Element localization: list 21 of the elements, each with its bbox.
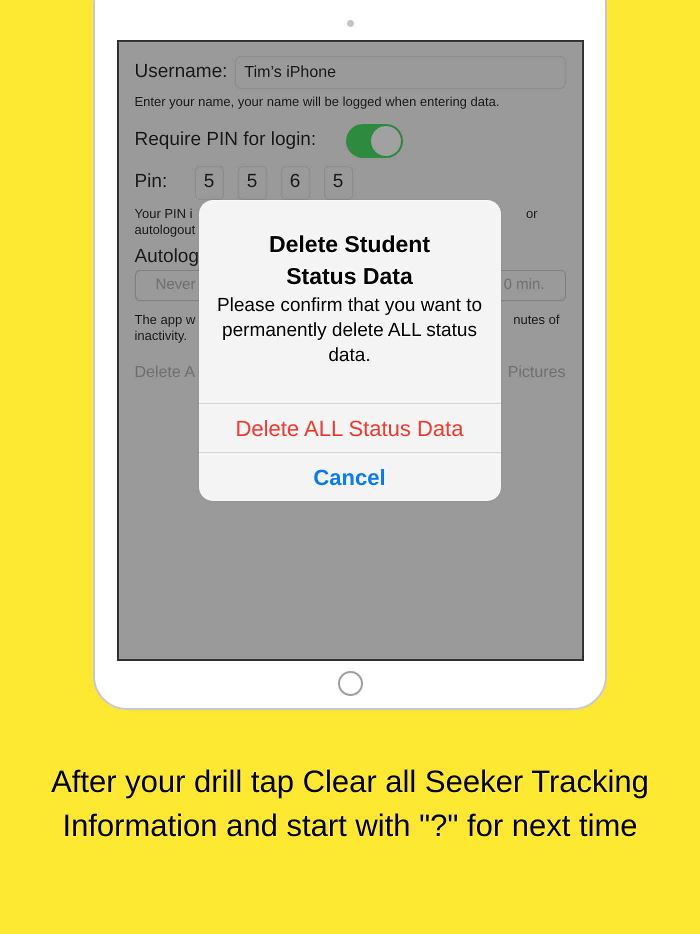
camera-icon: [346, 20, 354, 27]
delete-button[interactable]: Delete ALL Status Data: [198, 403, 500, 452]
alert-message: Please confirm that you want to permanently delete ALL status data.: [216, 294, 484, 368]
autologout-note-text: The app w: [134, 312, 196, 328]
cancel-button[interactable]: Cancel: [198, 452, 500, 501]
alert-title: Delete Student Status Data: [268, 230, 432, 291]
pin-required-label: Require PIN for login:: [134, 128, 316, 152]
home-button[interactable]: [338, 671, 362, 696]
username-label: Username:: [134, 60, 228, 84]
pin-note-text: Your PIN i: [134, 206, 194, 222]
autologout-note-text: inactivity.: [134, 328, 188, 344]
pin-toggle[interactable]: [346, 124, 404, 158]
pin-note-text: or: [526, 206, 538, 222]
pin-label: Pin:: [134, 170, 168, 194]
caption-text: After your drill tap Clear all Seeker Tracking Information and start with "?" for next time: [50, 763, 650, 845]
pin-digit-field[interactable]: 5: [194, 166, 224, 200]
pin-note-text: autologout: [134, 222, 196, 238]
autologout-note-text: nutes of: [513, 312, 560, 328]
autologout-label: Autolog: [134, 246, 200, 268]
username-hint: Enter your name, your name will be logged when entering data.: [134, 93, 500, 111]
username-field[interactable]: Tim’s iPhone: [235, 56, 566, 89]
